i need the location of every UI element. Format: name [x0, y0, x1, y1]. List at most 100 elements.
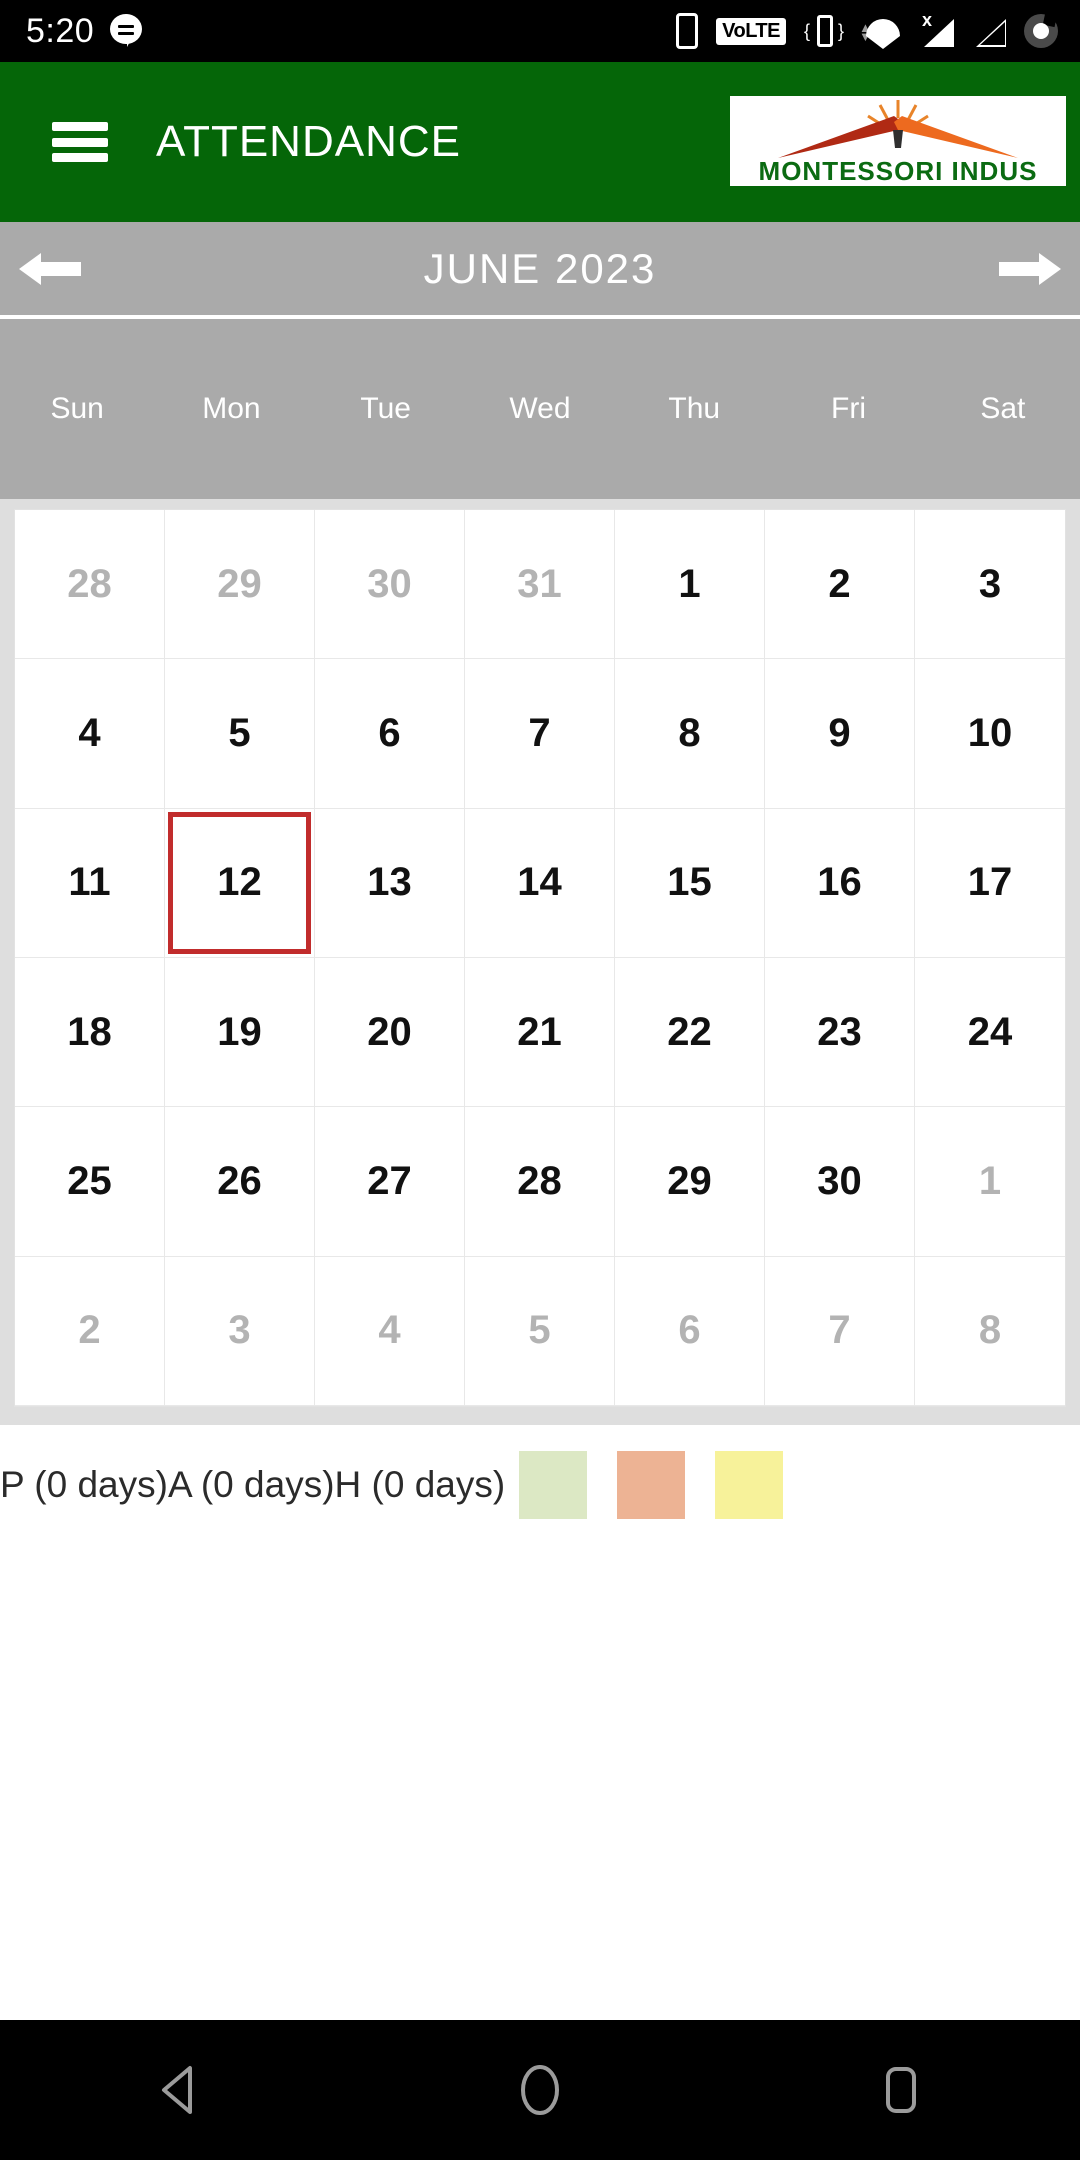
calendar-day-cell[interactable]: 31	[465, 510, 615, 660]
calendar-day-cell[interactable]: 5	[165, 659, 315, 809]
calendar-day-cell[interactable]: 19	[165, 957, 315, 1108]
absent-swatch	[617, 1451, 686, 1519]
calendar-day-number: 3	[228, 1308, 251, 1353]
next-month-button[interactable]	[980, 247, 1080, 291]
calendar-day-number: 29	[667, 1158, 712, 1203]
calendar-day-cell[interactable]: 9	[765, 659, 915, 809]
battery-icon	[1024, 11, 1058, 48]
holiday-swatch	[715, 1451, 784, 1519]
nav-recents-button[interactable]	[840, 2020, 960, 2160]
calendar-day-cell[interactable]: 16	[765, 808, 915, 958]
phone-screen: 5:20 VoLTE { } ▲▼ x	[0, 0, 1080, 2160]
status-bar-clock: 5:20	[26, 12, 95, 50]
calendar-day-number: 20	[367, 1009, 412, 1054]
calendar-day-cell[interactable]: 6	[315, 659, 465, 809]
calendar-day-cell[interactable]: 28	[465, 1107, 615, 1257]
calendar-day-number: 17	[967, 860, 1013, 905]
calendar-day-cell[interactable]: 2	[15, 1256, 165, 1406]
wifi-icon: ▲▼	[859, 15, 902, 49]
calendar-day-cell[interactable]: 7	[765, 1256, 915, 1406]
chat-bubble-icon	[110, 14, 144, 48]
present-swatch	[519, 1451, 588, 1519]
nav-back-button[interactable]	[120, 2020, 240, 2160]
phone-icon	[676, 13, 699, 49]
calendar-day-cell[interactable]: 23	[765, 957, 915, 1108]
status-bar-system-icons: VoLTE { } ▲▼ x	[676, 10, 1058, 49]
calendar-day-cell[interactable]: 22	[615, 957, 765, 1108]
calendar-day-number: 7	[828, 1308, 851, 1353]
home-icon	[521, 2065, 559, 2115]
school-logo: MONTESSORI INDUS	[730, 96, 1066, 186]
calendar-day-number: 18	[67, 1009, 112, 1054]
calendar-day-number: 9	[828, 710, 851, 755]
calendar-day-cell[interactable]: 5	[465, 1256, 615, 1406]
calendar-day-cell[interactable]: 8	[915, 1257, 1065, 1406]
calendar-day-cell[interactable]: 13	[315, 808, 465, 958]
calendar-day-number: 28	[67, 561, 112, 606]
calendar-day-number: 30	[367, 561, 412, 606]
calendar-day-cell[interactable]: 24	[915, 958, 1065, 1108]
calendar-day-number: 10	[967, 710, 1013, 755]
calendar-day-cell[interactable]: 20	[315, 957, 465, 1108]
weekday-wed: Wed	[509, 392, 571, 425]
calendar-day-cell[interactable]: 15	[615, 808, 765, 958]
nav-home-button[interactable]	[480, 2020, 600, 2160]
calendar-day-cell[interactable]: 28	[15, 510, 165, 660]
calendar-day-number: 27	[367, 1158, 412, 1203]
calendar-day-number: 5	[528, 1308, 551, 1353]
calendar-day-cell[interactable]: 12	[165, 808, 315, 958]
calendar-day-number: 11	[68, 860, 111, 905]
calendar-day-cell[interactable]: 4	[15, 659, 165, 809]
calendar-day-cell[interactable]: 7	[465, 659, 615, 809]
calendar-day-number: 25	[67, 1158, 112, 1203]
arrow-left-icon	[19, 252, 81, 285]
calendar-day-cell[interactable]: 29	[165, 510, 315, 660]
calendar-day-cell[interactable]: 1	[915, 1107, 1065, 1257]
weekday-header-row: Sun Mon Tue Wed Thu Fri Sat	[0, 319, 1080, 499]
montessori-indus-logo-icon: MONTESSORI INDUS	[730, 96, 1066, 186]
calendar-day-cell[interactable]: 11	[15, 808, 165, 958]
calendar-day-cell[interactable]: 29	[615, 1107, 765, 1257]
calendar-day-cell[interactable]: 17	[915, 809, 1065, 958]
calendar-day-cell[interactable]: 6	[615, 1256, 765, 1406]
arrow-right-icon	[999, 252, 1061, 285]
calendar-day-number: 21	[517, 1009, 562, 1054]
calendar-day-cell[interactable]: 27	[315, 1107, 465, 1257]
calendar-day-cell[interactable]: 30	[315, 510, 465, 660]
calendar-day-number: 2	[78, 1308, 101, 1353]
calendar-day-cell[interactable]: 18	[15, 957, 165, 1108]
calendar-day-number: 7	[528, 710, 551, 755]
calendar-day-number: 28	[517, 1158, 562, 1203]
calendar-day-cell[interactable]: 3	[915, 510, 1065, 660]
calendar-day-cell[interactable]: 4	[315, 1256, 465, 1406]
back-icon	[162, 2066, 192, 2114]
calendar-day-cell[interactable]: 26	[165, 1107, 315, 1257]
calendar-day-number: 8	[678, 710, 701, 755]
calendar-day-number: 31	[517, 561, 562, 606]
hamburger-menu-icon[interactable]	[52, 122, 108, 162]
calendar-day-number: 30	[817, 1158, 862, 1203]
calendar-day-cell[interactable]: 25	[15, 1107, 165, 1257]
calendar-day-number: 3	[978, 561, 1002, 606]
calendar-day-cell[interactable]: 10	[915, 659, 1065, 809]
calendar-day-number: 26	[217, 1158, 262, 1203]
legend-summary-text: P (0 days)A (0 days)H (0 days)	[0, 1464, 506, 1505]
volte-badge-icon: VoLTE	[716, 17, 786, 45]
calendar-day-number: 8	[978, 1308, 1002, 1353]
calendar-day-cell[interactable]: 8	[615, 659, 765, 809]
calendar-day-cell[interactable]: 2	[765, 510, 915, 660]
weekday-fri: Fri	[831, 392, 867, 425]
calendar-day-number: 2	[828, 561, 851, 606]
calendar-day-cell[interactable]: 30	[765, 1107, 915, 1257]
signal-no-service-icon: x	[920, 10, 954, 47]
calendar-day-number: 1	[678, 561, 701, 606]
calendar-day-cell[interactable]: 21	[465, 957, 615, 1108]
calendar-day-cell[interactable]: 1	[615, 510, 765, 660]
prev-month-button[interactable]	[0, 247, 100, 291]
calendar-day-cell[interactable]: 14	[465, 808, 615, 958]
calendar-grid: 28 29 30 31 1 2 3 4 5 6 7 8 9 10 11 12 13 14 15 16 17 18 19 20 2…	[14, 509, 1066, 1407]
weekday-tue: Tue	[360, 392, 411, 425]
calendar-day-number: 16	[817, 860, 862, 905]
calendar-day-number: 15	[667, 860, 712, 905]
calendar-day-cell[interactable]: 3	[165, 1256, 315, 1406]
